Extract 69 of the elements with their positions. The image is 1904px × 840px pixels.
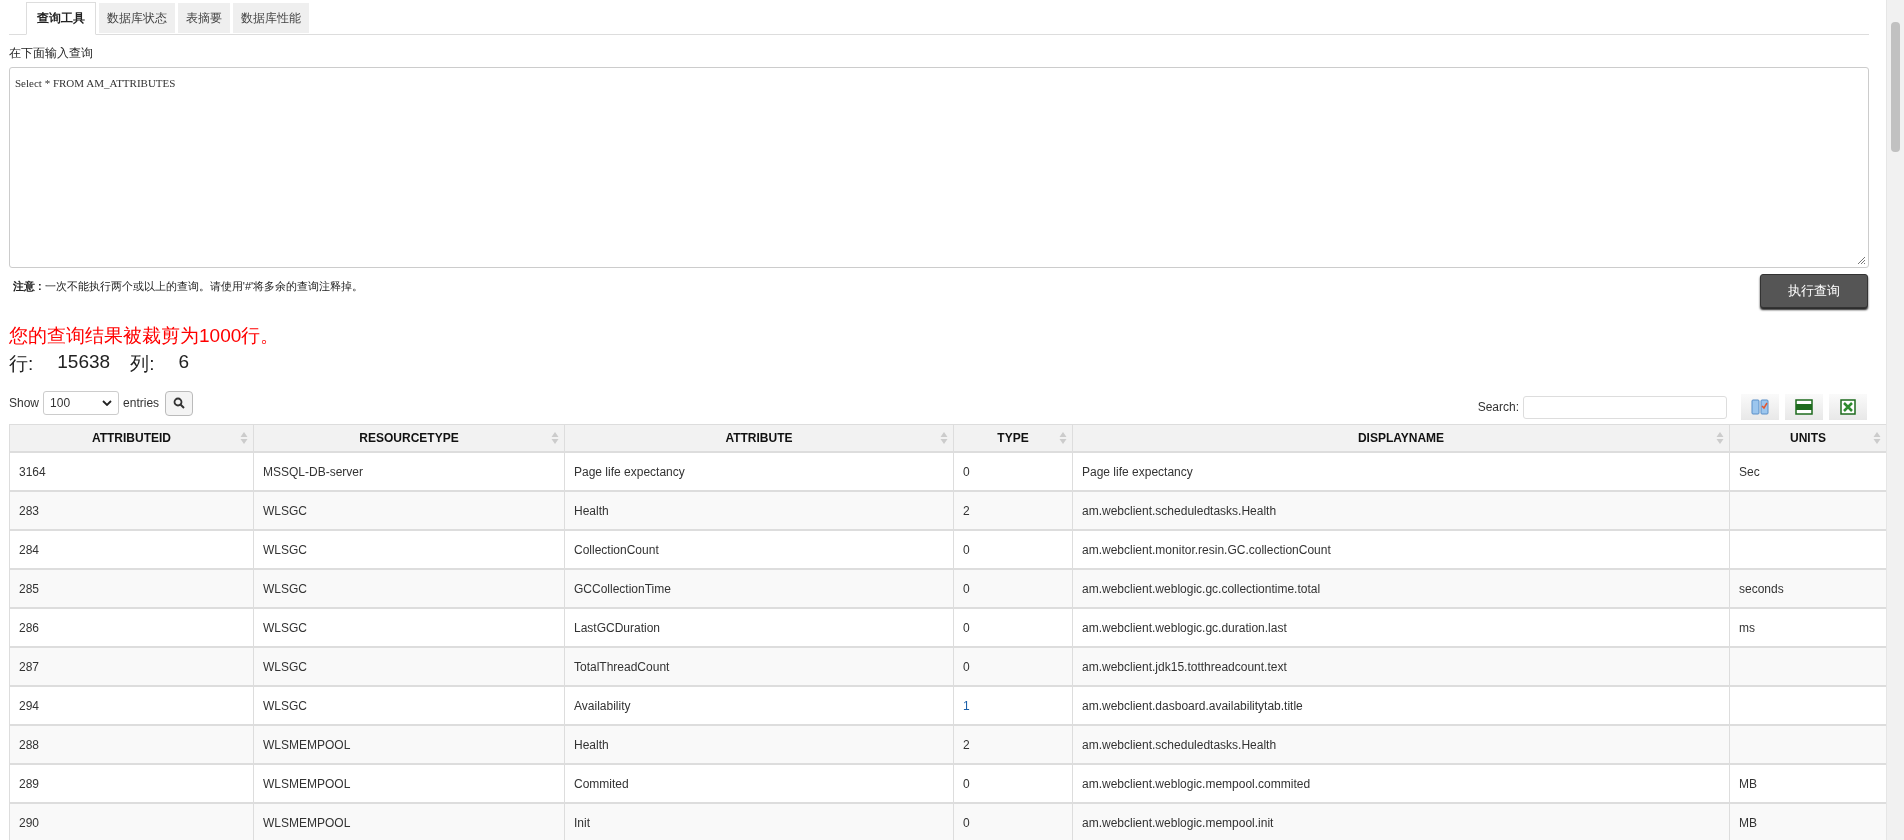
search-button[interactable] — [165, 390, 194, 416]
query-input[interactable]: Select * FROM AM_ATTRIBUTES — [9, 67, 1869, 268]
table-cell: 0 — [953, 569, 1073, 608]
table-cell: Health — [564, 491, 954, 530]
column-count: 6 — [177, 351, 190, 374]
table-cell: GCCollectionTime — [564, 569, 954, 608]
table-cell: TotalThreadCount — [564, 647, 954, 686]
table-cell: am.webclient.weblogic.gc.collectiontime.total — [1072, 569, 1730, 608]
table-cell: 287 — [9, 647, 254, 686]
tab[interactable]: 表摘要 — [178, 3, 230, 33]
resize-grip-icon[interactable] — [1857, 256, 1866, 265]
tab[interactable]: 数据库性能 — [233, 3, 309, 33]
sort-icon — [1059, 431, 1067, 445]
table-cell: 283 — [9, 491, 254, 530]
table-cell: 0 — [953, 647, 1073, 686]
sort-icon — [551, 431, 559, 445]
columns-button[interactable] — [1741, 394, 1779, 420]
sort-icon — [240, 431, 248, 445]
scrollbar-thumb[interactable] — [1891, 22, 1900, 152]
chevron-down-icon — [102, 400, 113, 406]
column-header[interactable]: UNITS — [1729, 424, 1887, 452]
tab[interactable]: 查询工具 — [26, 2, 96, 35]
table-cell: 288 — [9, 725, 254, 764]
table-cell: MB — [1729, 803, 1887, 840]
table-cell: am.webclient.scheduledtasks.Health — [1072, 725, 1730, 764]
csv-file-icon — [1795, 399, 1813, 415]
table-cell: 0 — [953, 803, 1073, 840]
entries-label: entries — [123, 396, 160, 410]
sort-icon — [940, 431, 948, 445]
tab[interactable]: 数据库状态 — [99, 3, 175, 33]
query-label: 在下面输入查询 — [9, 45, 94, 62]
search-icon — [173, 397, 186, 409]
rows-label: 行: — [9, 352, 34, 376]
table-cell: WLSGC — [253, 569, 565, 608]
table-cell: WLSMEMPOOL — [253, 725, 565, 764]
table-cell: 290 — [9, 803, 254, 840]
column-header[interactable]: RESOURCETYPE — [253, 424, 565, 452]
csv-export-button[interactable] — [1785, 394, 1823, 420]
table-cell: Init — [564, 803, 954, 840]
show-label: Show — [9, 396, 40, 410]
table-cell: 2 — [953, 725, 1073, 764]
table-cell: 2 — [953, 491, 1073, 530]
note-text: 注意 : 一次不能执行两个或以上的查询。请使用'#'将多余的查询注释掉。 — [12, 279, 364, 294]
entries-select[interactable]: 100 — [43, 391, 120, 415]
execute-query-button[interactable]: 执行查询 — [1760, 274, 1868, 308]
columns-label: 列: — [130, 352, 155, 376]
column-header[interactable]: ATTRIBUTEID — [9, 424, 254, 452]
excel-export-button[interactable] — [1829, 394, 1867, 420]
column-header[interactable]: ATTRIBUTE — [564, 424, 954, 452]
columns-icon — [1751, 399, 1769, 415]
table-cell: am.webclient.jdk15.totthreadcount.text — [1072, 647, 1730, 686]
truncation-message: 您的查询结果被裁剪为1000行。 — [9, 324, 281, 348]
column-header[interactable]: TYPE — [953, 424, 1073, 452]
row-count: 15638 — [56, 351, 112, 374]
table-cell: WLSMEMPOOL — [253, 803, 565, 840]
search-field[interactable] — [1523, 395, 1727, 419]
table-cell: WLSGC — [253, 491, 565, 530]
table-cell: am.webclient.weblogic.mempool.init — [1072, 803, 1730, 840]
sort-icon — [1873, 431, 1881, 445]
scrollbar[interactable] — [1886, 0, 1904, 840]
table-cell: am.webclient.scheduledtasks.Health — [1072, 491, 1730, 530]
spreadsheet-icon — [1840, 399, 1856, 415]
table-cell: Health — [564, 725, 954, 764]
table-cell: seconds — [1729, 569, 1887, 608]
table-cell: 285 — [9, 569, 254, 608]
search-label: Search: — [1477, 400, 1519, 414]
table-cell: WLSGC — [253, 647, 565, 686]
column-header[interactable]: DISPLAYNAME — [1072, 424, 1730, 452]
sort-icon — [1716, 431, 1724, 445]
